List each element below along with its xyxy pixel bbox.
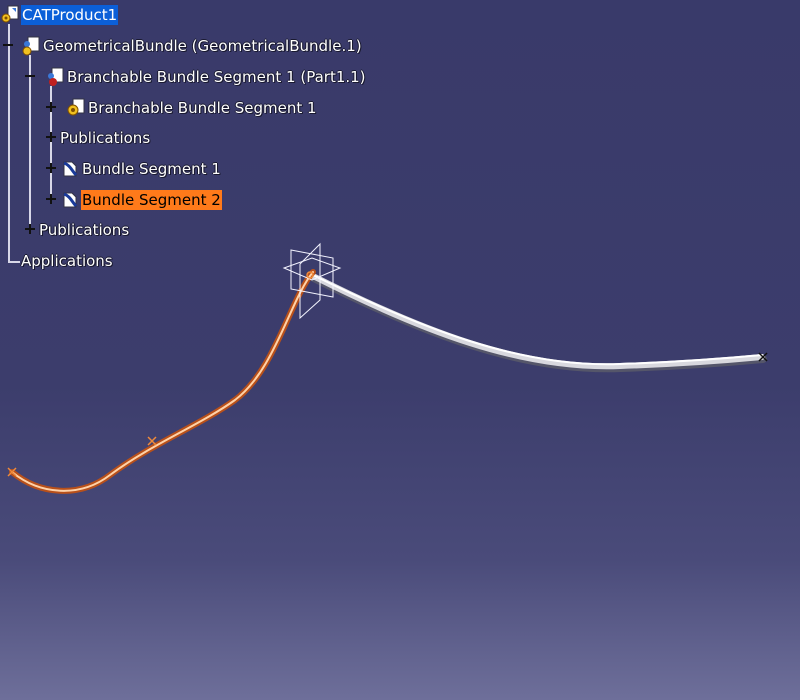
tree-node-part[interactable]: Branchable Bundle Segment 1 (Part1.1): [45, 66, 367, 88]
tree-label-applications[interactable]: Applications: [20, 251, 114, 271]
tree-node-bundle-segment-1[interactable]: Bundle Segment 1: [60, 158, 222, 180]
collapse-minus-icon[interactable]: [24, 70, 36, 82]
bundle-segment-icon: [63, 161, 78, 177]
product-icon: [1, 5, 19, 23]
tree-branch-line: [8, 261, 20, 263]
tree-label-bundle-segment-2[interactable]: Bundle Segment 2: [81, 190, 222, 210]
tree-node-part-publications[interactable]: Publications: [59, 127, 151, 149]
tree-label-root[interactable]: CATProduct1: [21, 5, 119, 25]
bundle-icon: [22, 36, 40, 56]
tree-label-bundle-publications[interactable]: Publications: [38, 220, 130, 240]
tree-node-part-body[interactable]: Branchable Bundle Segment 1: [66, 97, 318, 119]
tree-label-part-publications[interactable]: Publications: [59, 128, 151, 148]
tree-trunk-line: [8, 24, 10, 262]
tree-node-bundle-publications[interactable]: Publications: [38, 219, 130, 241]
tree-node-root[interactable]: CATProduct1: [0, 4, 119, 26]
tree-node-applications[interactable]: Applications: [20, 250, 114, 272]
tree-label-part[interactable]: Branchable Bundle Segment 1 (Part1.1): [66, 67, 367, 87]
tree-label-bundle-segment-1[interactable]: Bundle Segment 1: [81, 159, 222, 179]
tree-node-bundle-segment-2[interactable]: Bundle Segment 2: [60, 189, 222, 211]
collapse-minus-icon[interactable]: [2, 39, 14, 51]
part-body-icon: [67, 98, 85, 116]
part-icon: [48, 67, 64, 86]
expand-plus-icon[interactable]: [45, 193, 57, 205]
specification-tree: CATProduct1 GeometricalBundle (Geometric…: [0, 0, 800, 700]
expand-plus-icon[interactable]: [45, 131, 57, 143]
tree-node-geometrical-bundle[interactable]: GeometricalBundle (GeometricalBundle.1): [21, 35, 363, 57]
bundle-segment-icon: [63, 192, 78, 208]
tree-label-geometrical-bundle[interactable]: GeometricalBundle (GeometricalBundle.1): [42, 36, 363, 56]
tree-label-part-body[interactable]: Branchable Bundle Segment 1: [87, 98, 318, 118]
expand-plus-icon[interactable]: [45, 162, 57, 174]
expand-plus-icon[interactable]: [24, 223, 36, 235]
expand-plus-icon[interactable]: [45, 101, 57, 113]
